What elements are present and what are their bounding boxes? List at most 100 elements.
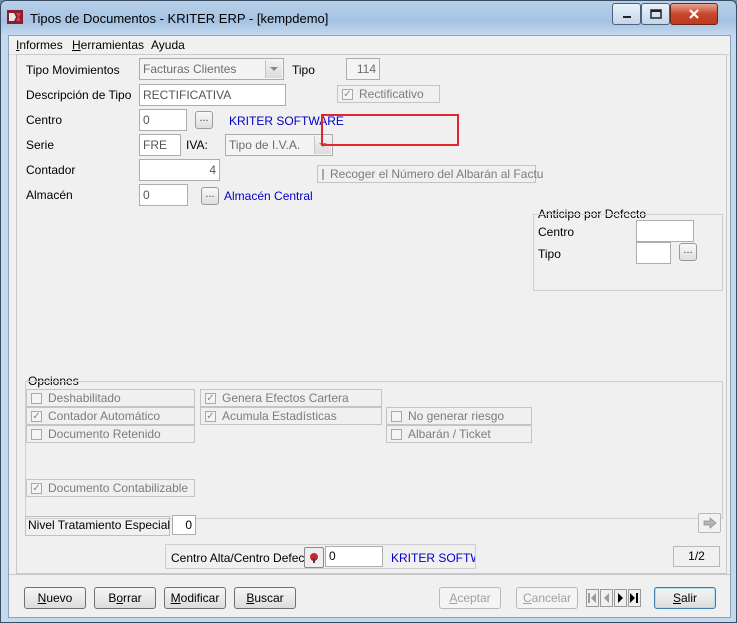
acumula-estadisticas-label: Acumula Estadísticas [222, 409, 337, 423]
menu-ayuda[interactable]: Ayuda [151, 38, 185, 52]
menu-informes-label: nformes [19, 38, 63, 52]
menu-herramientas[interactable]: Herramientas [72, 38, 144, 52]
borrar-label: rrar [123, 591, 142, 605]
app-window: Tipos de Documentos - KRITER ERP - [kemp… [0, 0, 737, 623]
almacen-label: Almacén [26, 188, 73, 202]
close-button[interactable] [670, 3, 718, 25]
minimize-icon [622, 16, 631, 18]
iva-value: Tipo de I.V.A. [229, 138, 301, 152]
checkbox-icon [31, 392, 42, 404]
page-indicator: 1/2 [673, 546, 720, 567]
contador-automatico-checkbox[interactable]: ✓ Contador Automático [26, 407, 195, 425]
descripcion-field[interactable]: RECTIFICATIVA [139, 84, 286, 106]
almacen-lookup-button[interactable]: ... [201, 187, 219, 205]
albaran-ticket-checkbox[interactable]: Albarán / Ticket [386, 425, 532, 443]
anticipo-tipo-field[interactable] [636, 242, 671, 264]
window-title: Tipos de Documentos - KRITER ERP - [kemp… [30, 11, 329, 26]
no-generar-riesgo-checkbox[interactable]: No generar riesgo [386, 407, 532, 425]
footer-divider [9, 574, 730, 575]
first-record-button[interactable] [586, 589, 599, 607]
last-record-button[interactable] [628, 589, 641, 607]
acumula-estadisticas-checkbox[interactable]: ✓ Acumula Estadísticas [200, 407, 382, 425]
centro-alta-label: Centro Alta/Centro Defecto [171, 551, 315, 565]
centro-label: Centro [26, 113, 63, 127]
centro-alta-field[interactable]: 0 [325, 546, 383, 567]
iva-select[interactable]: Tipo de I.V.A. [225, 134, 333, 156]
centro-alta-picker-button[interactable] [304, 547, 324, 568]
checkbox-icon [31, 428, 42, 440]
borrar-mnemonic: o [116, 591, 124, 605]
anticipo-centro-field[interactable] [636, 220, 694, 242]
nuevo-button[interactable]: Nuevo [24, 587, 86, 609]
previous-record-button[interactable] [600, 589, 613, 607]
documento-contabilizable-checkbox[interactable]: ✓ Documento Contabilizable [26, 479, 195, 497]
title-bar[interactable]: Tipos de Documentos - KRITER ERP - [kemp… [1, 1, 736, 35]
cancelar-label: ancelar [531, 591, 572, 605]
modificar-label: odificar [180, 591, 220, 605]
borrar-button[interactable]: Borrar [94, 587, 156, 609]
nivel-tratamiento-field[interactable]: 0 [172, 515, 196, 535]
maximize-button[interactable] [641, 3, 670, 25]
rectificativo-checkbox[interactable]: ✓ Rectificativo [337, 85, 440, 103]
recoger-numero-albaran-checkbox[interactable]: Recoger el Número del Albarán al Factu [317, 165, 543, 183]
anticipo-tipo-label: Tipo [538, 247, 561, 261]
tipo-movimientos-value: Facturas Clientes [143, 62, 237, 76]
previous-icon [604, 593, 609, 603]
documento-retenido-checkbox[interactable]: Documento Retenido [26, 425, 195, 443]
buscar-label: uscar [254, 591, 284, 605]
tipo-movimientos-label: Tipo Movimientos [26, 63, 120, 77]
serie-field[interactable]: FRE [139, 134, 181, 156]
no-generar-riesgo-label: No generar riesgo [408, 409, 505, 423]
salir-label: alir [681, 591, 698, 605]
menu-herramientas-mnemonic: H [72, 38, 81, 52]
tipo-field[interactable]: 114 [346, 58, 380, 80]
contador-automatico-label: Contador Automático [48, 409, 161, 423]
checkmark-icon: ✓ [342, 88, 353, 100]
next-arrow-button[interactable] [698, 513, 721, 533]
checkmark-icon: ✓ [205, 392, 216, 404]
checkmark-icon: ✓ [205, 410, 216, 422]
menu-informes[interactable]: Informes [16, 38, 63, 52]
contador-field[interactable]: 4 [139, 159, 220, 181]
modificar-mnemonic: M [170, 591, 181, 605]
nuevo-mnemonic: N [37, 591, 47, 605]
descripcion-label: Descripción de Tipo [26, 88, 132, 102]
salir-button[interactable]: Salir [654, 587, 716, 609]
deshabilitado-checkbox[interactable]: Deshabilitado [26, 389, 195, 407]
checkmark-icon: ✓ [31, 482, 42, 494]
next-record-button[interactable] [614, 589, 627, 607]
documento-retenido-label: Documento Retenido [48, 427, 161, 441]
checkbox-icon [322, 168, 324, 180]
buscar-button[interactable]: Buscar [234, 587, 296, 609]
deshabilitado-label: Deshabilitado [48, 391, 121, 405]
centro-lookup-button[interactable]: ... [195, 111, 213, 129]
checkbox-icon [391, 428, 402, 440]
anticipo-centro-label: Centro [538, 225, 575, 239]
last-icon [630, 593, 638, 603]
menu-bar: Informes Herramientas Ayuda [9, 36, 730, 55]
arrow-right-icon [703, 517, 717, 529]
close-icon [689, 9, 699, 19]
genera-efectos-label: Genera Efectos Cartera [222, 391, 349, 405]
tipo-movimientos-select[interactable]: Facturas Clientes [139, 58, 284, 80]
cancelar-button[interactable]: Cancelar [516, 587, 578, 609]
anticipo-tipo-lookup-button[interactable]: ... [679, 243, 697, 261]
aceptar-button[interactable]: Aceptar [439, 587, 501, 609]
app-icon [7, 10, 23, 24]
client-area: Informes Herramientas Ayuda Tipo Movimie… [8, 35, 731, 618]
albaran-ticket-label: Albarán / Ticket [408, 427, 491, 441]
menu-herramientas-label: erramientas [80, 38, 145, 52]
aceptar-label: ceptar [457, 591, 491, 605]
almacen-field[interactable]: 0 [139, 184, 188, 206]
checkmark-icon: ✓ [31, 410, 42, 422]
next-icon [618, 593, 623, 603]
minimize-button[interactable] [612, 3, 641, 25]
modificar-button[interactable]: Modificar [164, 587, 226, 609]
chevron-down-icon [265, 60, 282, 78]
centro-field[interactable]: 0 [139, 109, 187, 131]
almacen-link[interactable]: Almacén Central [224, 189, 313, 203]
nuevo-label: uevo [46, 591, 73, 605]
centro-alta-link[interactable]: KRITER SOFTWA [391, 551, 475, 565]
tool-icon [310, 552, 318, 563]
genera-efectos-cartera-checkbox[interactable]: ✓ Genera Efectos Cartera [200, 389, 382, 407]
